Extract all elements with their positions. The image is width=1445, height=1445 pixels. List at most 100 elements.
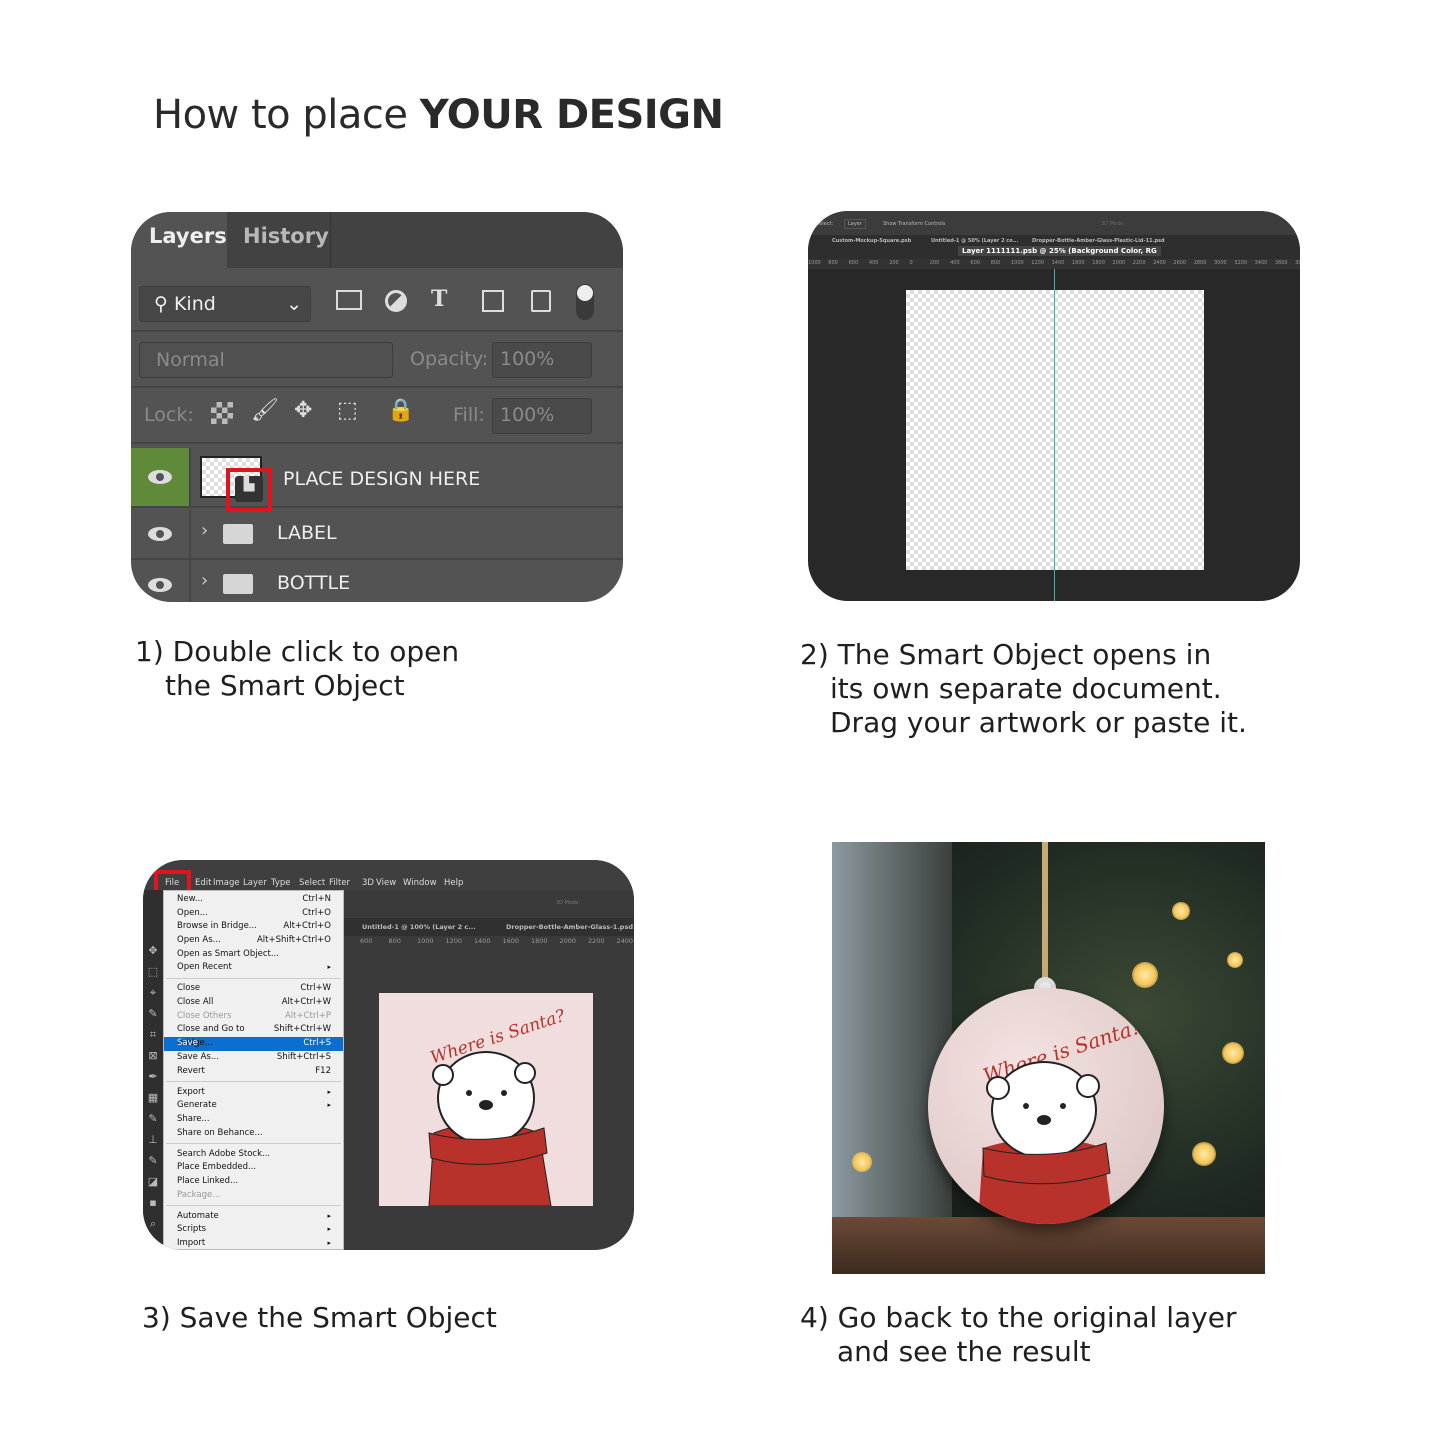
visibility-eye-icon[interactable]: [131, 510, 191, 558]
menu-item-label: Open...: [177, 907, 208, 918]
ruler-tick-label: 200: [929, 260, 940, 266]
menu-image[interactable]: Image: [213, 878, 240, 888]
menu-layer[interactable]: Layer: [243, 878, 267, 888]
lock-transparent-icon[interactable]: [211, 402, 233, 424]
chevron-right-icon[interactable]: ›: [201, 520, 208, 541]
ruler-tick-label: 1000: [1011, 260, 1024, 266]
menu-item[interactable]: Save As... Shift+Ctrl+S: [164, 1051, 343, 1065]
ruler-tick-label: 2400: [616, 937, 634, 945]
menu-item[interactable]: Open as Smart Object...: [164, 948, 343, 962]
menu-item[interactable]: Share...: [164, 1113, 343, 1127]
folder-icon: [223, 524, 253, 544]
menu-item[interactable]: Place Embedded...: [164, 1161, 343, 1175]
lock-all-icon[interactable]: 🔒: [387, 398, 414, 423]
type-filter-icon[interactable]: T: [431, 286, 447, 312]
lock-paint-brush-icon[interactable]: 🖌: [251, 398, 279, 423]
menu-separator: [164, 1140, 343, 1147]
ruler-tick-label: 3600: [1274, 260, 1288, 266]
filter-row: ⚲ Kind ⌄ T: [131, 268, 623, 332]
menu-select[interactable]: Select: [299, 878, 325, 888]
menu-item[interactable]: Close All Alt+Ctrl+W: [164, 996, 343, 1010]
opacity-input[interactable]: 100%: [492, 342, 592, 378]
menu-item-shortcut: Alt+Ctrl+O: [283, 921, 331, 932]
filter-toggle[interactable]: [576, 284, 594, 320]
doc-tab[interactable]: Custom-Mockup-Square.psb: [832, 238, 911, 244]
tab-history[interactable]: History: [227, 212, 331, 268]
menu-item[interactable]: Package...: [164, 1189, 343, 1203]
menu-item[interactable]: Open Recent: [164, 961, 343, 975]
menu-item-label: Open Recent: [177, 962, 232, 973]
tab-layers[interactable]: Layers: [131, 212, 227, 268]
ornament: Where is Santa?: [928, 988, 1164, 1224]
menu-item-label: Close: [177, 983, 201, 994]
shape-filter-icon[interactable]: [482, 290, 504, 312]
select-label: Select:: [816, 221, 834, 227]
menu-item[interactable]: Revert F12: [164, 1065, 343, 1079]
fill-value: 100%: [500, 404, 555, 426]
adjustment-filter-icon[interactable]: [385, 290, 407, 312]
menu-item[interactable]: Open... Ctrl+O: [164, 907, 343, 921]
doc-tab[interactable]: Dropper-Bottle-Amber-Glass-Plastic-Lid-1…: [1032, 238, 1165, 244]
menu-item[interactable]: Generate: [164, 1099, 343, 1113]
menu-item[interactable]: Close Ctrl+W: [164, 982, 343, 996]
menu-type[interactable]: Type: [271, 878, 291, 888]
ruler-tick-label: 600: [970, 260, 980, 266]
lock-artboard-icon[interactable]: ⬚: [337, 398, 358, 423]
menu-item[interactable]: New... Ctrl+N: [164, 893, 343, 907]
chevron-right-icon[interactable]: ›: [201, 570, 208, 591]
guide-line: [1054, 269, 1055, 601]
layer-row-label[interactable]: › LABEL: [131, 510, 623, 560]
menu-item[interactable]: Export: [164, 1086, 343, 1100]
menu-help[interactable]: Help: [444, 878, 463, 888]
menu-item[interactable]: Close Others Alt+Ctrl+P: [164, 1010, 343, 1024]
blend-row: Normal Opacity: 100%: [131, 332, 623, 388]
menu-item[interactable]: Search Adobe Stock...: [164, 1148, 343, 1162]
menu-item[interactable]: Place Linked...: [164, 1175, 343, 1189]
blend-mode-select[interactable]: Normal: [139, 342, 393, 378]
smart-object-filter-icon[interactable]: [531, 290, 551, 312]
layer-row-bottle[interactable]: › BOTTLE: [131, 560, 623, 602]
ruler-tick-label: 2800: [1193, 260, 1207, 266]
menu-item[interactable]: Browse in Bridge... Alt+Ctrl+O: [164, 920, 343, 934]
ruler-tick-label: 400: [868, 260, 879, 266]
pixel-layer-filter-icon[interactable]: [336, 290, 362, 310]
doc-tab-active[interactable]: Layer 1111111.psb @ 25% (Background Colo…: [958, 246, 1161, 256]
ruler-tick-label: 800: [388, 937, 401, 945]
layer-name: PLACE DESIGN HERE: [283, 468, 481, 490]
menu-window[interactable]: Window: [403, 878, 437, 888]
menu-item[interactable]: Save Ctrl+S: [164, 1037, 343, 1051]
menu-item[interactable]: Open As... Alt+Shift+Ctrl+O: [164, 934, 343, 948]
doc-tab[interactable]: Untitled-1 @ 100% (Layer 2 c...: [362, 923, 476, 931]
menu-3d[interactable]: 3D: [362, 878, 374, 888]
caption-line: and see the result: [837, 1335, 1091, 1368]
kind-label: Kind: [173, 293, 216, 315]
menu-item[interactable]: Scripts: [164, 1223, 343, 1237]
lock-position-move-icon[interactable]: ✥: [294, 398, 312, 423]
visibility-eye-icon[interactable]: [131, 560, 191, 602]
menu-separator: [164, 1202, 343, 1209]
fill-input[interactable]: 100%: [492, 398, 592, 434]
title-emphasis: YOUR DESIGN: [419, 92, 724, 138]
document-tabs: Untitled-1 @ 100% (Layer 2 c... Dropper-…: [344, 918, 634, 936]
menu-item[interactable]: Import: [164, 1237, 343, 1250]
menu-item[interactable]: Automate: [164, 1210, 343, 1224]
doc-tab[interactable]: Dropper-Bottle-Amber-Glass-1.psd: [506, 923, 633, 931]
visibility-eye-icon[interactable]: [131, 448, 191, 506]
kind-filter-select[interactable]: ⚲ Kind ⌄: [139, 286, 311, 322]
menu-item-shortcut: Alt+Ctrl+P: [284, 1010, 331, 1021]
menu-item[interactable]: Close and Go to Bridge... Shift+Ctrl+W: [164, 1023, 343, 1048]
menu-item[interactable]: Share on Behance...: [164, 1127, 343, 1141]
select-dropdown[interactable]: Layer: [844, 219, 866, 229]
menu-item-shortcut: Ctrl+W: [300, 983, 331, 994]
ruler-tick-label: 1200: [445, 937, 463, 945]
layer-row-place-design[interactable]: ▙ PLACE DESIGN HERE: [131, 448, 623, 512]
fill-label: Fill:: [453, 404, 485, 426]
menu-view[interactable]: View: [376, 878, 396, 888]
chevron-down-icon: ⌄: [286, 293, 302, 315]
folder-icon: [223, 574, 253, 594]
ruler-tick-label: 1800: [531, 937, 548, 945]
transform-controls-checkbox[interactable]: Show Transform Controls: [883, 221, 945, 227]
menu-filter[interactable]: Filter: [329, 878, 350, 888]
menu-edit[interactable]: Edit: [195, 878, 211, 888]
doc-tab[interactable]: Untitled-1 @ 50% (Layer 2 co...: [931, 238, 1018, 244]
